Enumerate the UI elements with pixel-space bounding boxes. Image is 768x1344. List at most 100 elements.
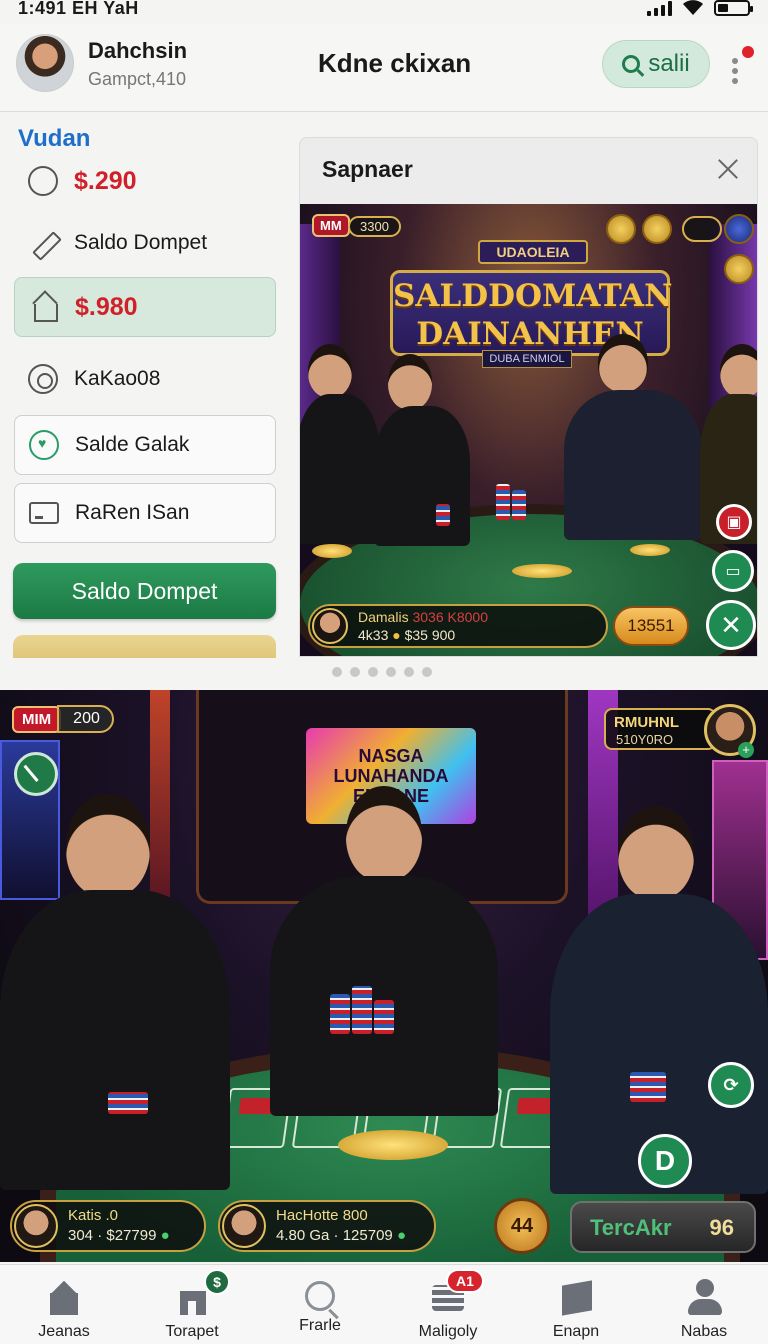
tab-badge: $ [204, 1269, 230, 1295]
tab-torapet[interactable]: $ Torapet [128, 1265, 256, 1344]
player-values: 4k33 ● $35 900 [358, 627, 456, 643]
user-name: Dahchsin [88, 38, 188, 63]
player-name: Katis .0 [68, 1207, 119, 1224]
menu-section-title: Vudan [18, 125, 91, 152]
signal-icon [647, 0, 672, 16]
box-icon [556, 1277, 596, 1317]
casino-banner-image[interactable]: MM 3300 UDAOLEIA SALDDOMATAN DAINANHEN D… [300, 204, 757, 656]
player-name: HacHotte 800 [276, 1207, 368, 1224]
avatar[interactable] [16, 34, 74, 92]
gold-coins [512, 564, 572, 578]
chat-icon [28, 364, 58, 394]
search-button[interactable]: salii [602, 40, 710, 88]
player-avatar [312, 608, 348, 644]
chip-stack [630, 1072, 666, 1102]
tab-nabas[interactable]: Nabas [640, 1265, 768, 1344]
opponent-badge[interactable]: RMUHNL 510Y0RO + [604, 704, 756, 758]
chip-stack [330, 994, 350, 1034]
menu-item-label: $.290 [74, 166, 137, 195]
banner-tag: DUBA ENMIOL [482, 350, 572, 368]
bet-coin[interactable]: 44 [494, 1198, 550, 1254]
tab-enapn[interactable]: Enapn [512, 1265, 640, 1344]
score-label: TercAkr [590, 1215, 672, 1240]
gift-icon[interactable]: ▣ [716, 504, 752, 540]
close-icon[interactable] [717, 158, 739, 180]
search-button-label: salii [648, 50, 690, 77]
menu-item-label: Saldo Dompet [74, 231, 208, 254]
close-round-icon[interactable]: ✕ [706, 600, 756, 650]
status-icons [647, 0, 753, 16]
deal-button[interactable]: D [638, 1134, 692, 1188]
player-bar-2[interactable]: HacHotte 800 4.80 Ga · 125709 ● [218, 1200, 436, 1252]
tab-label: Maligoly [418, 1323, 478, 1340]
bottom-nav: Jeanas $ Torapet Frarle A1 Maligoly Enap… [0, 1264, 768, 1344]
menu-item-kakao[interactable]: KaKao08 [14, 349, 276, 409]
player-bar-1[interactable]: Katis .0 304 · $27799 ● [10, 1200, 206, 1252]
menu-item-label: Salde Galak [75, 433, 190, 456]
more-menu-button[interactable] [730, 46, 754, 86]
add-icon[interactable]: + [738, 742, 754, 758]
player-avatar [222, 1204, 266, 1248]
player-name: Damalis 3036 K8000 [358, 609, 488, 625]
menu-item-saldo-dompet[interactable]: Saldo Dompet [14, 213, 276, 273]
mm-badge: MM [312, 214, 350, 237]
tab-badge: A1 [446, 1269, 484, 1293]
popup-header: Sapnaer [300, 138, 757, 204]
wallet-icon[interactable]: ▭ [712, 550, 754, 592]
gold-coins [630, 544, 670, 556]
notification-dot [742, 46, 754, 58]
menu-item-raren-isan[interactable]: RaRen ISan [14, 483, 276, 543]
sun-icon[interactable] [606, 214, 636, 244]
menu-item-balance[interactable]: $.290 [14, 151, 276, 211]
user-subtitle: Gampct,410 [88, 69, 187, 89]
status-bar: 1:491 EH YaH [0, 0, 768, 20]
toggle-icon[interactable] [682, 216, 722, 242]
coin-icon[interactable] [642, 214, 672, 244]
mm-value: 200 [57, 705, 114, 733]
player-avatar [14, 1204, 58, 1248]
opponent-name: RMUHNL [614, 714, 679, 731]
chip-stack [108, 1092, 148, 1114]
tab-frarle[interactable]: Frarle [256, 1265, 384, 1344]
menu-item-label: RaRen ISan [75, 501, 190, 524]
gold-value-pill[interactable]: 13551 [613, 606, 689, 646]
clock-icon[interactable]: ⟳ [708, 1062, 754, 1108]
pencil-icon [28, 228, 58, 258]
tab-label: Torapet [165, 1323, 219, 1340]
heart-icon [29, 430, 59, 460]
mm-badge: MIM [12, 705, 62, 733]
banner-title-line1: SALDDOMATAN [393, 278, 673, 314]
saldo-dompet-button[interactable]: Saldo Dompet [13, 563, 276, 619]
tab-maligoly[interactable]: A1 Maligoly [384, 1265, 512, 1344]
mm-counter[interactable]: MIM 200 [12, 704, 114, 734]
player-value: 4.80 Ga · 125709 ● [276, 1227, 406, 1244]
house-icon [29, 292, 59, 322]
timer-icon[interactable] [14, 752, 58, 796]
tab-label: Jeanas [38, 1323, 90, 1340]
search-icon [305, 1281, 335, 1311]
chip-stack [496, 484, 510, 520]
menu-item-active-balance[interactable]: $.980 [14, 277, 276, 337]
search-icon [622, 55, 641, 73]
carousel-dots[interactable] [332, 667, 432, 677]
secondary-gold-button[interactable] [13, 635, 276, 658]
menu-item-salde-galak[interactable]: Salde Galak [14, 415, 276, 475]
compass-icon[interactable] [724, 214, 754, 244]
chip-stack [436, 504, 450, 526]
spiral-icon[interactable] [724, 254, 754, 284]
card-icon [29, 502, 59, 524]
banner-subtitle: UDAOLEIA [478, 240, 588, 264]
popup-player-bar[interactable]: Damalis 3036 K8000 4k33 ● $35 900 [308, 604, 608, 648]
gold-coins [312, 544, 352, 558]
wifi-icon [683, 0, 703, 15]
page-title: Kdne ckixan [318, 48, 472, 78]
menu-item-label: $.980 [75, 292, 138, 321]
game-table-view[interactable]: NASGA LUNAHANDA ENNANE MIM 200 [0, 690, 768, 1262]
chip-stack [374, 1000, 394, 1034]
tab-label: Nabas [680, 1323, 728, 1340]
opponent-value: 510Y0RO [616, 732, 674, 747]
tab-jeanas[interactable]: Jeanas [0, 1265, 128, 1344]
user-icon [684, 1277, 724, 1317]
score-box[interactable]: TercAkr 96 [570, 1201, 756, 1253]
popup-title: Sapnaer [322, 156, 413, 182]
